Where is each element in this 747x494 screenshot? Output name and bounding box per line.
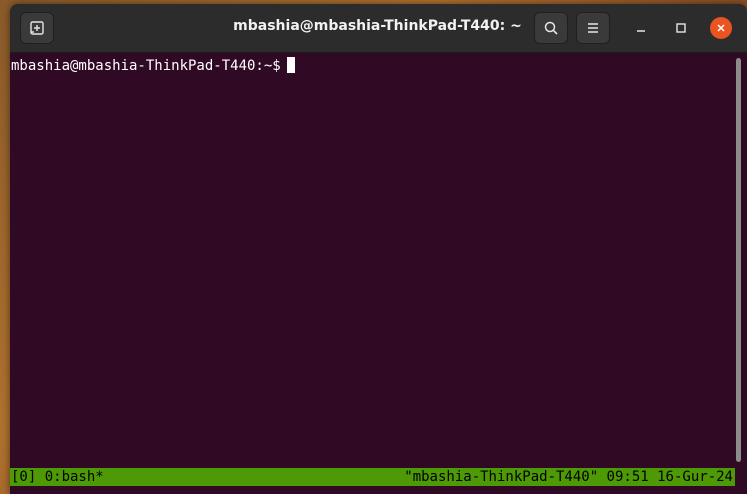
scrollbar-thumb[interactable] (736, 58, 741, 462)
close-icon (717, 24, 725, 32)
scrollbar[interactable] (735, 56, 743, 466)
text-cursor (286, 57, 295, 73)
terminal-window: mbashia@mbashia-ThinkPad-T440: ~ mbashia… (10, 4, 747, 494)
search-button[interactable] (534, 12, 568, 44)
close-button[interactable] (710, 17, 732, 39)
new-tab-icon (30, 21, 44, 35)
tmux-status-bar: [0] 0:bash* "mbashia-ThinkPad-T440" 09:5… (10, 468, 735, 486)
maximize-button[interactable] (670, 17, 692, 39)
hamburger-menu-icon (588, 23, 598, 33)
tmux-host-clock: "mbashia-ThinkPad-T440" 09:51 16-Gur-24 (404, 469, 733, 485)
tmux-window-list: [0] 0:bash* (11, 469, 104, 485)
new-tab-button[interactable] (20, 12, 54, 44)
shell-prompt: mbashia@mbashia-ThinkPad-T440:~$ (11, 58, 281, 74)
maximize-icon (676, 23, 686, 33)
minimize-icon (637, 30, 645, 32)
window-title: mbashia@mbashia-ThinkPad-T440: ~ (233, 18, 522, 34)
minimize-button[interactable] (630, 17, 652, 39)
prompt-line: mbashia@mbashia-ThinkPad-T440:~$ (11, 57, 295, 75)
terminal-area[interactable]: mbashia@mbashia-ThinkPad-T440:~$ (10, 53, 735, 466)
menu-button[interactable] (576, 12, 610, 44)
search-icon (544, 21, 558, 35)
title-bar[interactable]: mbashia@mbashia-ThinkPad-T440: ~ (10, 4, 747, 53)
